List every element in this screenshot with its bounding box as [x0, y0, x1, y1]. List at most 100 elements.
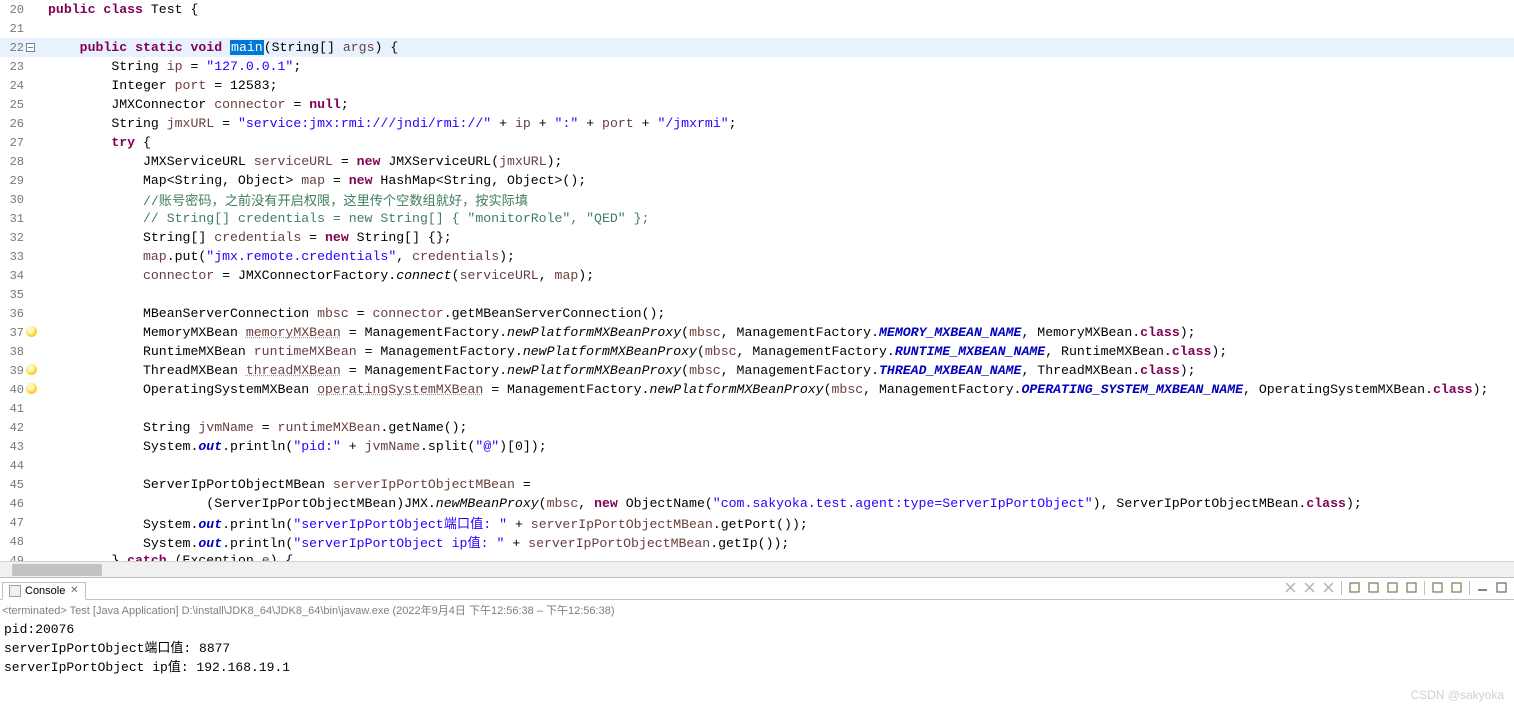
- code-line[interactable]: 47 System.out.println("serverIpPortObjec…: [0, 513, 1514, 532]
- line-number[interactable]: 25: [0, 95, 26, 114]
- code-content[interactable]: System.out.println("serverIpPortObject端口…: [42, 513, 1514, 532]
- line-number[interactable]: 28: [0, 152, 26, 171]
- code-editor[interactable]: 20 public class Test { 2122 public static …: [0, 0, 1514, 578]
- code-line[interactable]: 32 String[] credentials = new String[] {…: [0, 228, 1514, 247]
- display-selected-icon[interactable]: [1403, 579, 1420, 596]
- code-line[interactable]: 29 Map<String, Object> map = new HashMap…: [0, 171, 1514, 190]
- line-number[interactable]: 31: [0, 209, 26, 228]
- line-number[interactable]: 40: [0, 380, 26, 399]
- code-line[interactable]: 48 System.out.println("serverIpPortObjec…: [0, 532, 1514, 551]
- line-number[interactable]: 45: [0, 475, 26, 494]
- gutter-marker[interactable]: [26, 361, 42, 380]
- code-line[interactable]: 33 map.put("jmx.remote.credentials", cre…: [0, 247, 1514, 266]
- code-content[interactable]: System.out.println("serverIpPortObject i…: [42, 532, 1514, 551]
- code-content[interactable]: RuntimeMXBean runtimeMXBean = Management…: [42, 342, 1514, 361]
- line-number[interactable]: 26: [0, 114, 26, 133]
- code-content[interactable]: public class Test {: [42, 0, 1514, 19]
- line-number[interactable]: 48: [0, 532, 26, 551]
- code-line[interactable]: 35: [0, 285, 1514, 304]
- code-content[interactable]: JMXServiceURL serviceURL = new JMXServic…: [42, 152, 1514, 171]
- line-number[interactable]: 42: [0, 418, 26, 437]
- code-content[interactable]: connector = JMXConnectorFactory.connect(…: [42, 266, 1514, 285]
- code-content[interactable]: (ServerIpPortObjectMBean)JMX.newMBeanPro…: [42, 494, 1514, 513]
- line-number[interactable]: 21: [0, 19, 26, 38]
- code-content[interactable]: [42, 456, 1514, 475]
- code-line[interactable]: 45 ServerIpPortObjectMBean serverIpPortO…: [0, 475, 1514, 494]
- tab-console[interactable]: Console ✕: [2, 582, 86, 600]
- scroll-lock-icon[interactable]: [1346, 579, 1363, 596]
- console-output[interactable]: pid:20076 serverIpPortObject端口值: 8877 se…: [0, 620, 1514, 706]
- code-content[interactable]: map.put("jmx.remote.credentials", creden…: [42, 247, 1514, 266]
- code-line[interactable]: 38 RuntimeMXBean runtimeMXBean = Managem…: [0, 342, 1514, 361]
- close-icon[interactable]: ✕: [69, 586, 79, 596]
- code-line[interactable]: 42 String jvmName = runtimeMXBean.getNam…: [0, 418, 1514, 437]
- code-line[interactable]: 30 //账号密码，之前没有开启权限，这里传个空数组就好，按实际填: [0, 190, 1514, 209]
- code-content[interactable]: try {: [42, 133, 1514, 152]
- line-number[interactable]: 20: [0, 0, 26, 19]
- code-line[interactable]: 36 MBeanServerConnection mbsc = connecto…: [0, 304, 1514, 323]
- open-console-icon[interactable]: [1429, 579, 1446, 596]
- gutter-marker[interactable]: [26, 380, 42, 399]
- code-line[interactable]: 44: [0, 456, 1514, 475]
- code-line[interactable]: 24 Integer port = 12583;: [0, 76, 1514, 95]
- line-number[interactable]: 32: [0, 228, 26, 247]
- code-line[interactable]: 25 JMXConnector connector = null;: [0, 95, 1514, 114]
- line-number[interactable]: 30: [0, 190, 26, 209]
- line-number[interactable]: 46: [0, 494, 26, 513]
- horizontal-scrollbar[interactable]: [0, 561, 1514, 577]
- remove-launch-icon[interactable]: [1282, 579, 1299, 596]
- line-number[interactable]: 35: [0, 285, 26, 304]
- code-line[interactable]: 23 String ip = "127.0.0.1";: [0, 57, 1514, 76]
- code-line[interactable]: 46 (ServerIpPortObjectMBean)JMX.newMBean…: [0, 494, 1514, 513]
- warning-bulb-icon[interactable]: [26, 383, 37, 394]
- maximize-icon[interactable]: [1493, 579, 1510, 596]
- remove-all-icon[interactable]: [1301, 579, 1318, 596]
- line-number[interactable]: 27: [0, 133, 26, 152]
- code-content[interactable]: ThreadMXBean threadMXBean = ManagementFa…: [42, 361, 1514, 380]
- code-line[interactable]: 31 // String[] credentials = new String[…: [0, 209, 1514, 228]
- code-line[interactable]: 41: [0, 399, 1514, 418]
- code-content[interactable]: String[] credentials = new String[] {};: [42, 228, 1514, 247]
- line-number[interactable]: 24: [0, 76, 26, 95]
- fold-collapse-icon[interactable]: [26, 43, 35, 52]
- line-number[interactable]: 43: [0, 437, 26, 456]
- code-line[interactable]: 43 System.out.println("pid:" + jvmName.s…: [0, 437, 1514, 456]
- line-number[interactable]: 41: [0, 399, 26, 418]
- code-content[interactable]: //账号密码，之前没有开启权限，这里传个空数组就好，按实际填: [42, 190, 1514, 209]
- line-number[interactable]: 23: [0, 57, 26, 76]
- line-number[interactable]: 38: [0, 342, 26, 361]
- code-line[interactable]: 34 connector = JMXConnectorFactory.conne…: [0, 266, 1514, 285]
- code-line[interactable]: 22 public static void main(String[] args…: [0, 38, 1514, 57]
- line-number[interactable]: 33: [0, 247, 26, 266]
- code-content[interactable]: System.out.println("pid:" + jvmName.spli…: [42, 437, 1514, 456]
- line-number[interactable]: 36: [0, 304, 26, 323]
- code-content[interactable]: public static void main(String[] args) {: [42, 38, 1514, 57]
- code-content[interactable]: String jvmName = runtimeMXBean.getName()…: [42, 418, 1514, 437]
- code-content[interactable]: [42, 285, 1514, 304]
- line-number[interactable]: 29: [0, 171, 26, 190]
- code-content[interactable]: // String[] credentials = new String[] {…: [42, 209, 1514, 228]
- warning-bulb-icon[interactable]: [26, 364, 37, 375]
- line-number[interactable]: 39: [0, 361, 26, 380]
- code-content[interactable]: Integer port = 12583;: [42, 76, 1514, 95]
- code-content[interactable]: String jmxURL = "service:jmx:rmi:///jndi…: [42, 114, 1514, 133]
- show-console-icon[interactable]: [1365, 579, 1382, 596]
- code-content[interactable]: [42, 399, 1514, 418]
- code-line[interactable]: 39 ThreadMXBean threadMXBean = Managemen…: [0, 361, 1514, 380]
- code-content[interactable]: JMXConnector connector = null;: [42, 95, 1514, 114]
- line-number[interactable]: 34: [0, 266, 26, 285]
- code-content[interactable]: OperatingSystemMXBean operatingSystemMXB…: [42, 380, 1514, 399]
- line-number[interactable]: 44: [0, 456, 26, 475]
- code-content[interactable]: MBeanServerConnection mbsc = connector.g…: [42, 304, 1514, 323]
- code-content[interactable]: MemoryMXBean memoryMXBean = ManagementFa…: [42, 323, 1514, 342]
- code-line[interactable]: 21: [0, 19, 1514, 38]
- code-line[interactable]: 37 MemoryMXBean memoryMXBean = Managemen…: [0, 323, 1514, 342]
- code-line[interactable]: 20 public class Test {: [0, 0, 1514, 19]
- line-number[interactable]: 37: [0, 323, 26, 342]
- new-console-icon[interactable]: [1448, 579, 1465, 596]
- code-content[interactable]: ServerIpPortObjectMBean serverIpPortObje…: [42, 475, 1514, 494]
- scrollbar-thumb[interactable]: [12, 564, 102, 576]
- line-number[interactable]: 47: [0, 513, 26, 532]
- warning-bulb-icon[interactable]: [26, 326, 37, 337]
- code-line[interactable]: 28 JMXServiceURL serviceURL = new JMXSer…: [0, 152, 1514, 171]
